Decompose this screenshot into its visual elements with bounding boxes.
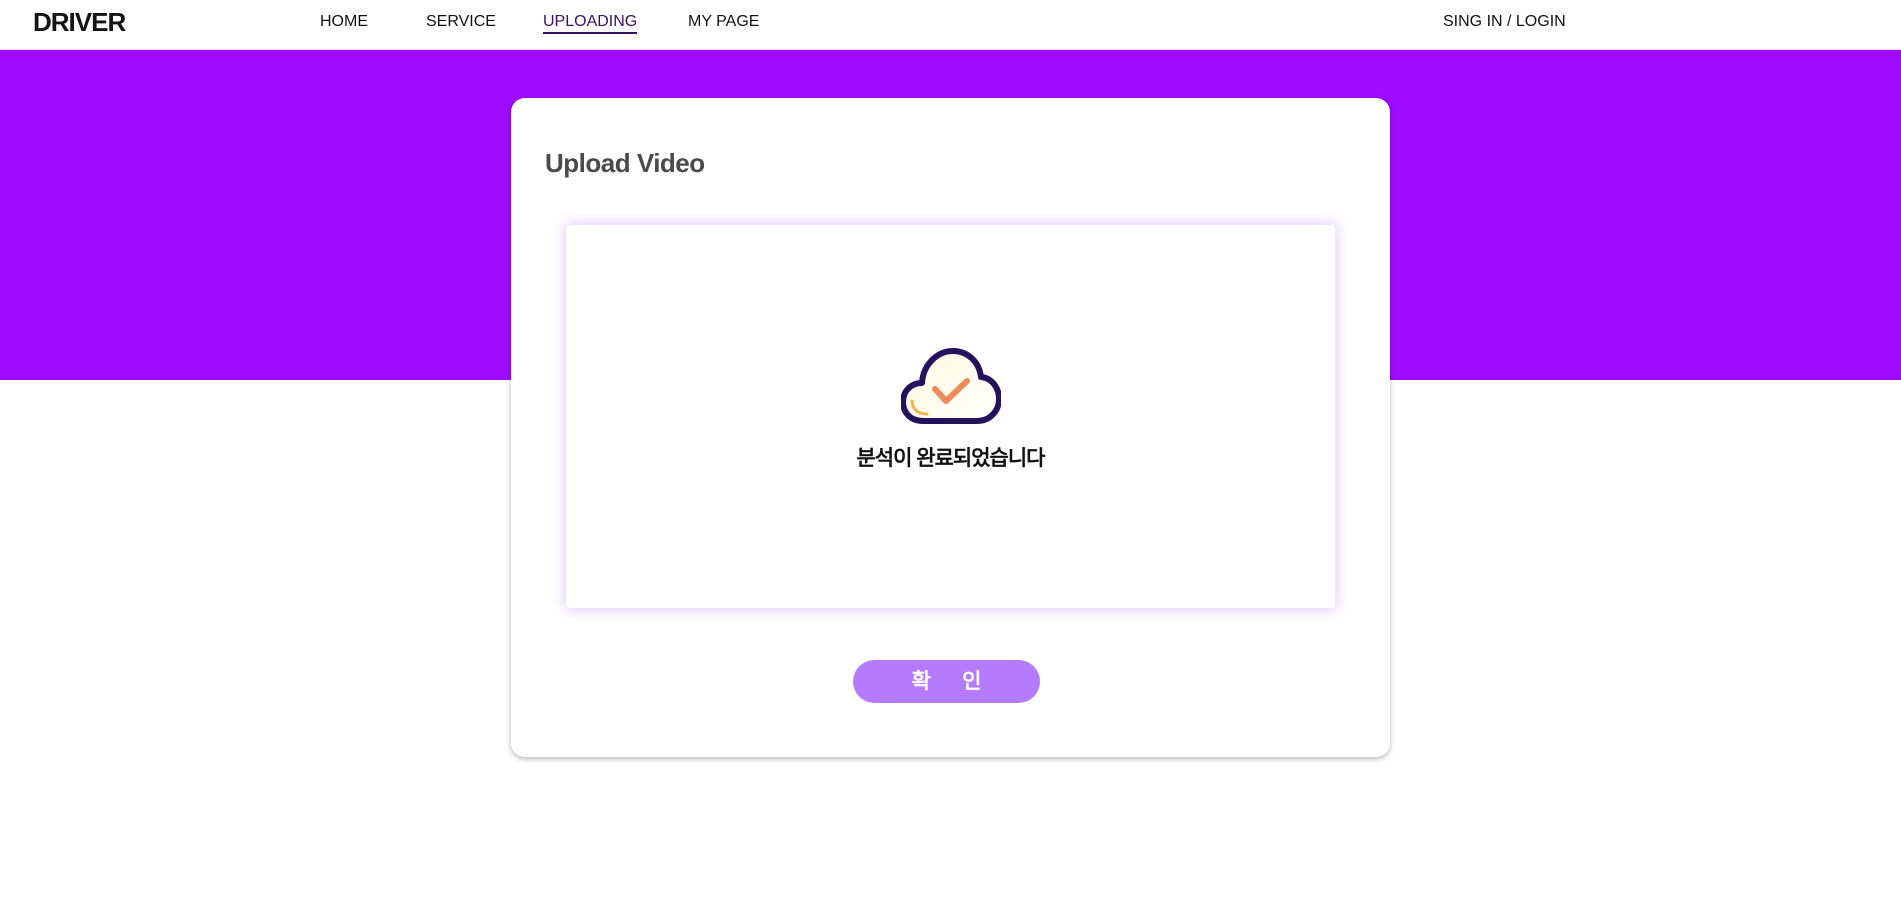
confirm-button[interactable]: 확 인 bbox=[853, 660, 1040, 703]
upload-dropzone[interactable]: 분석이 완료되었습니다 bbox=[566, 225, 1335, 608]
nav-home[interactable]: HOME bbox=[320, 13, 368, 31]
cloud-check-icon bbox=[901, 348, 1001, 424]
sign-in-login-link[interactable]: SING IN / LOGIN bbox=[1443, 13, 1566, 31]
analysis-complete-message: 분석이 완료되었습니다 bbox=[856, 447, 1045, 470]
upload-card: Upload Video 분석이 완료되었습니다 확 인 bbox=[511, 98, 1390, 757]
nav-service[interactable]: SERVICE bbox=[426, 13, 496, 31]
nav-my-page[interactable]: MY PAGE bbox=[688, 13, 759, 31]
top-navbar: DRIVER HOME SERVICE UPLOADING MY PAGE SI… bbox=[0, 0, 1901, 50]
nav-uploading[interactable]: UPLOADING bbox=[543, 13, 638, 34]
brand-logo[interactable]: DRIVER bbox=[33, 9, 126, 35]
page-title: Upload Video bbox=[545, 148, 705, 178]
